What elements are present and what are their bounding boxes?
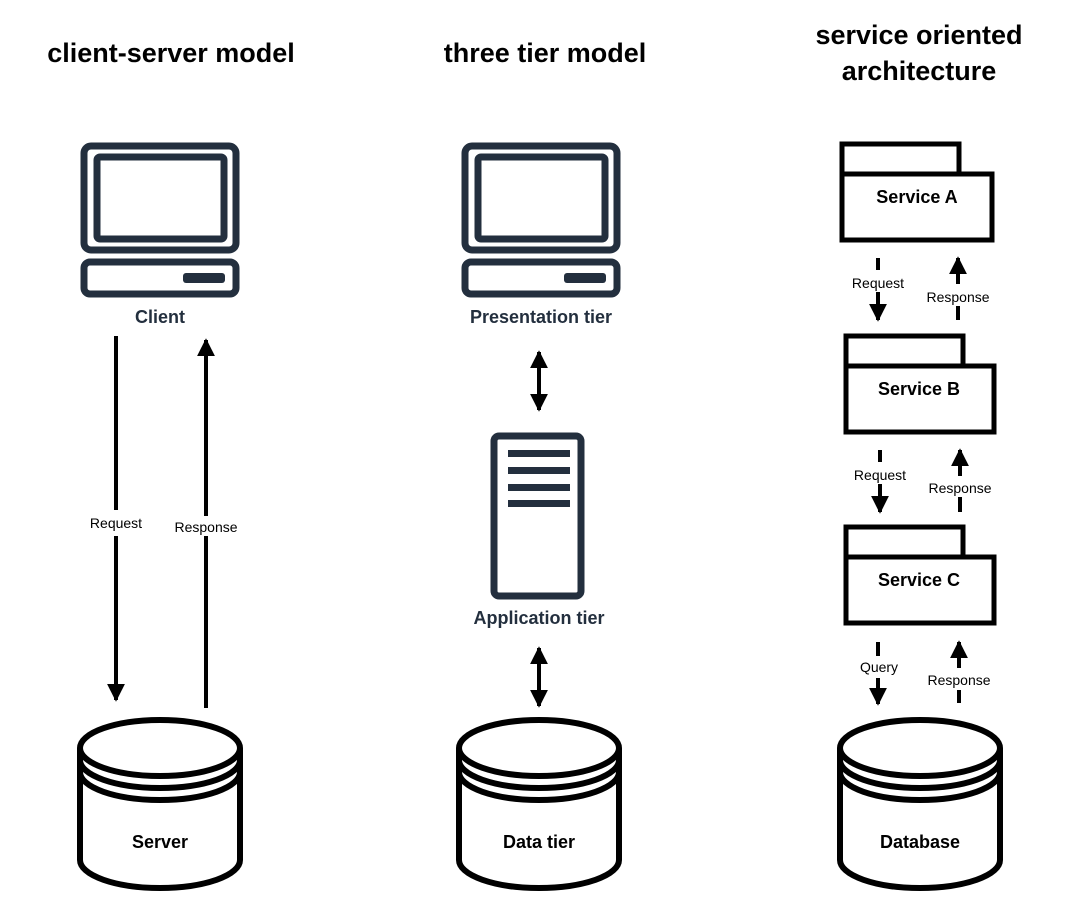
client-computer-icon [80,142,240,298]
server-database-icon [77,717,243,891]
response-label: Response [174,519,237,535]
service-c-label: Service C [878,570,960,590]
response-label-a: Response [926,289,989,305]
title-soa-line1: service oriented [815,20,1022,50]
request-label-b: Request [854,467,906,483]
data-tier-database-icon [456,717,622,891]
title-client-server: client-server model [47,38,295,68]
service-a-label: Service A [876,187,957,207]
data-tier-label: Data tier [503,832,575,852]
response-label-b: Response [928,480,991,496]
server-label: Server [132,832,188,852]
request-label-a: Request [852,275,904,291]
presentation-computer-icon [461,142,621,298]
response-label-c: Response [927,672,990,688]
database-cylinder-icon [837,717,1003,891]
client-label: Client [135,307,185,327]
application-tier-label: Application tier [473,608,604,628]
presentation-tier-label: Presentation tier [470,307,612,327]
query-label-c: Query [860,659,898,675]
title-three-tier: three tier model [444,38,647,68]
service-b-label: Service B [878,379,960,399]
title-soa-line2: architecture [842,56,997,86]
database-label: Database [880,832,960,852]
architecture-diagram: client-server model three tier model ser… [47,20,1023,891]
application-server-icon [490,432,585,600]
request-label: Request [90,515,142,531]
